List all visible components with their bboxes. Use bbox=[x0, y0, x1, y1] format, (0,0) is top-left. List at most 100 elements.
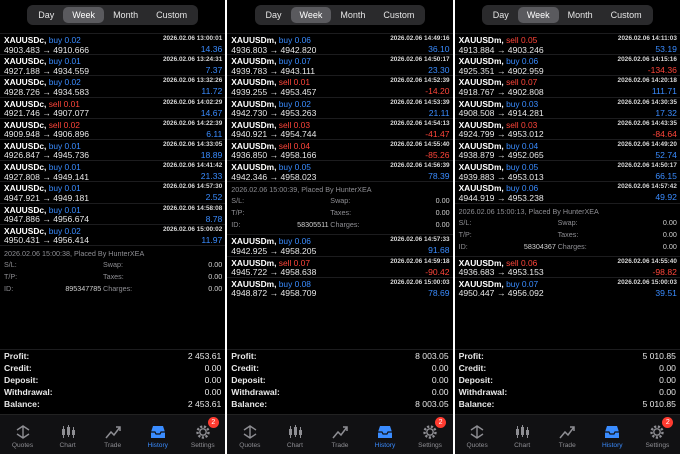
deal-row[interactable]: XAUUSDm, buy 0.05 2026.02.06 14:50:17 4939… bbox=[454, 160, 680, 182]
deal-header: XAUUSDm, buy 0.08 bbox=[231, 279, 311, 289]
tab-trade[interactable]: Trade bbox=[317, 415, 362, 454]
deal-row[interactable]: XAUUSDm, sell 0.03 2026.02.06 14:43:35 492… bbox=[454, 117, 680, 139]
deal-row[interactable]: XAUUSDm, buy 0.06 2026.02.06 14:15:16 4925… bbox=[454, 54, 680, 76]
tab-quotes[interactable]: Quotes bbox=[455, 415, 500, 454]
deal-row[interactable]: XAUUSDm, buy 0.06 2026.02.06 14:57:33 4942… bbox=[227, 234, 453, 256]
deal-row[interactable]: XAUUSDm, buy 0.06 2026.02.06 14:49:16 4936… bbox=[227, 33, 453, 55]
deal-row[interactable]: XAUUSDm, buy 0.03 2026.02.06 14:30:35 4908… bbox=[454, 96, 680, 119]
deal-row[interactable]: XAUUSDm, sell 0.04 2026.02.06 14:55:40 493… bbox=[227, 138, 453, 160]
deal-header: XAUUSDm, sell 0.06 bbox=[459, 258, 538, 268]
detail-taxes-value: 0.00 bbox=[435, 208, 450, 218]
summary-credit: Credit: 0.00 bbox=[455, 362, 680, 374]
deal-prices: 4950.431 → 4956.414 bbox=[4, 235, 90, 246]
tab-quotes[interactable]: Quotes bbox=[0, 415, 45, 454]
tab-settings[interactable]: Settings 2 bbox=[635, 415, 680, 454]
tab-quotes[interactable]: Quotes bbox=[227, 415, 272, 454]
deal-prices: 4908.508 → 4914.281 bbox=[458, 108, 544, 119]
period-week-button[interactable]: Week bbox=[290, 7, 332, 23]
chart-icon bbox=[59, 424, 77, 440]
deal-symbol: XAUUSDm, bbox=[458, 257, 504, 268]
deal-datetime: 2026.02.06 14:55:40 bbox=[390, 140, 450, 148]
tab-history[interactable]: History bbox=[590, 415, 635, 454]
deal-row[interactable]: XAUUSDc, buy 0.01 2026.02.06 13:24:31 4927… bbox=[0, 54, 226, 76]
deal-row[interactable]: XAUUSDm, sell 0.05 2026.02.06 14:11:03 491… bbox=[454, 33, 680, 55]
deal-row[interactable]: XAUUSDm, buy 0.02 2026.02.06 14:53:39 4942… bbox=[227, 96, 453, 118]
tab-history[interactable]: History bbox=[362, 415, 407, 454]
period-month-button[interactable]: Month bbox=[104, 7, 147, 23]
tab-chart[interactable]: Chart bbox=[272, 415, 317, 454]
deal-datetime: 2026.02.06 14:49:20 bbox=[617, 140, 677, 148]
deal-header: XAUUSDm, buy 0.07 bbox=[459, 279, 539, 289]
deal-row[interactable]: XAUUSDm, buy 0.06 2026.02.06 14:57:42 4944… bbox=[454, 181, 680, 203]
history-icon bbox=[603, 424, 621, 440]
deal-row[interactable]: XAUUSDm, sell 0.01 2026.02.06 14:52:39 493… bbox=[227, 75, 453, 97]
summary-withdrawal: Withdrawal: 0.00 bbox=[455, 386, 680, 398]
deal-row[interactable]: XAUUSDc, sell 0.02 2026.02.06 14:22:39 490… bbox=[0, 117, 226, 139]
deal-side: buy bbox=[48, 35, 63, 45]
deal-volume: 0.04 bbox=[293, 140, 310, 151]
deal-row[interactable]: XAUUSDm, buy 0.07 2026.02.06 14:50:17 4939… bbox=[227, 54, 453, 76]
summary-profit-label: Profit: bbox=[4, 351, 30, 361]
deal-row[interactable]: XAUUSDc, buy 0.02 2026.02.06 13:00:01 4903… bbox=[0, 33, 226, 55]
deal-profit: 11.72 bbox=[201, 86, 223, 97]
deal-row[interactable]: XAUUSDm, buy 0.04 2026.02.06 14:49:20 4938… bbox=[454, 138, 680, 160]
deal-profit: 66.15 bbox=[655, 171, 677, 182]
deal-volume: 0.08 bbox=[294, 278, 311, 289]
deal-profit: -98.82 bbox=[652, 266, 677, 277]
period-day-button[interactable]: Day bbox=[484, 7, 518, 23]
tab-trade[interactable]: Trade bbox=[90, 415, 135, 454]
period-day-button[interactable]: Day bbox=[257, 7, 291, 23]
period-custom-button[interactable]: Custom bbox=[602, 7, 651, 23]
tab-trade[interactable]: Trade bbox=[545, 415, 590, 454]
period-week-button[interactable]: Week bbox=[517, 7, 559, 23]
deal-symbol: XAUUSDm, bbox=[458, 140, 504, 151]
deal-row[interactable]: XAUUSDc, buy 0.01 2026.02.06 14:57:30 4947… bbox=[0, 181, 226, 203]
tab-chart[interactable]: Chart bbox=[500, 415, 545, 454]
deal-profit: 21.33 bbox=[200, 171, 223, 182]
deals-list[interactable]: XAUUSDm, buy 0.06 2026.02.06 14:49:16 4936… bbox=[227, 33, 453, 298]
deal-symbol: XAUUSDc, bbox=[4, 162, 47, 173]
deal-row[interactable]: XAUUSDm, sell 0.03 2026.02.06 14:54:13 494… bbox=[227, 117, 453, 139]
deal-row[interactable]: XAUUSDm, buy 0.05 2026.02.06 14:56:39 4942… bbox=[227, 160, 453, 182]
period-month-button[interactable]: Month bbox=[559, 7, 602, 23]
deal-volume: 0.06 bbox=[521, 183, 539, 194]
deal-symbol: XAUUSDc, bbox=[4, 77, 47, 88]
deal-row[interactable]: XAUUSDc, sell 0.01 2026.02.06 14:02:29 492… bbox=[0, 96, 226, 118]
deal-symbol: XAUUSDm, bbox=[458, 35, 504, 45]
deal-prices: 4918.767 → 4902.808 bbox=[458, 86, 544, 97]
deal-symbol: XAUUSDm, bbox=[231, 77, 277, 88]
deal-row[interactable]: XAUUSDc, buy 0.02 2026.02.06 15:00:02 4950… bbox=[0, 223, 226, 246]
deals-list[interactable]: XAUUSDm, sell 0.05 2026.02.06 14:11:03 491… bbox=[454, 33, 680, 298]
deal-row[interactable]: XAUUSDm, buy 0.08 2026.02.06 15:00:03 4948… bbox=[227, 276, 453, 298]
deal-row[interactable]: XAUUSDm, buy 0.07 2026.02.06 15:00:03 4950… bbox=[454, 276, 680, 298]
summary-credit-label: Credit: bbox=[458, 363, 487, 373]
deal-symbol: XAUUSDm, bbox=[231, 119, 277, 130]
tab-chart[interactable]: Chart bbox=[45, 415, 90, 454]
period-week-button[interactable]: Week bbox=[63, 7, 105, 23]
tab-settings[interactable]: Settings 2 bbox=[408, 415, 453, 454]
period-custom-button[interactable]: Custom bbox=[374, 7, 423, 23]
deal-row[interactable]: XAUUSDc, buy 0.01 2026.02.06 14:33:05 4926… bbox=[0, 138, 226, 160]
deal-symbol: XAUUSDm, bbox=[231, 98, 277, 109]
tab-settings[interactable]: Settings 2 bbox=[180, 415, 225, 454]
deal-row[interactable]: XAUUSDc, buy 0.01 2026.02.06 14:41:42 4927… bbox=[0, 160, 226, 182]
period-day-button[interactable]: Day bbox=[29, 7, 63, 23]
tab-label: Trade bbox=[558, 442, 576, 449]
deal-row[interactable]: XAUUSDm, sell 0.07 2026.02.06 14:20:18 491… bbox=[454, 75, 680, 97]
trade-icon bbox=[104, 424, 122, 440]
deal-datetime: 2026.02.06 13:00:01 bbox=[162, 35, 223, 42]
deals-list[interactable]: XAUUSDc, buy 0.02 2026.02.06 13:00:01 4903… bbox=[0, 33, 226, 298]
tab-history[interactable]: History bbox=[135, 415, 180, 454]
deal-side: sell bbox=[48, 119, 62, 130]
deal-row[interactable]: XAUUSDc, buy 0.01 2026.02.06 14:58:08 4947… bbox=[0, 202, 226, 224]
deal-volume: 0.06 bbox=[520, 257, 538, 268]
summary-balance: Balance: 2 453.61 bbox=[0, 398, 225, 410]
deal-row[interactable]: XAUUSDm, sell 0.07 2026.02.06 14:59:18 494… bbox=[227, 255, 453, 277]
deal-header: XAUUSDm, buy 0.06 bbox=[459, 56, 539, 66]
period-custom-button[interactable]: Custom bbox=[147, 7, 196, 23]
deal-row[interactable]: XAUUSDm, sell 0.06 2026.02.06 14:55:40 493… bbox=[454, 255, 680, 277]
period-month-button[interactable]: Month bbox=[331, 7, 374, 23]
deal-volume: 0.05 bbox=[521, 162, 539, 173]
deal-symbol: XAUUSDc, bbox=[4, 204, 47, 215]
deal-row[interactable]: XAUUSDc, buy 0.02 2026.02.06 13:32:26 4928… bbox=[0, 75, 226, 97]
